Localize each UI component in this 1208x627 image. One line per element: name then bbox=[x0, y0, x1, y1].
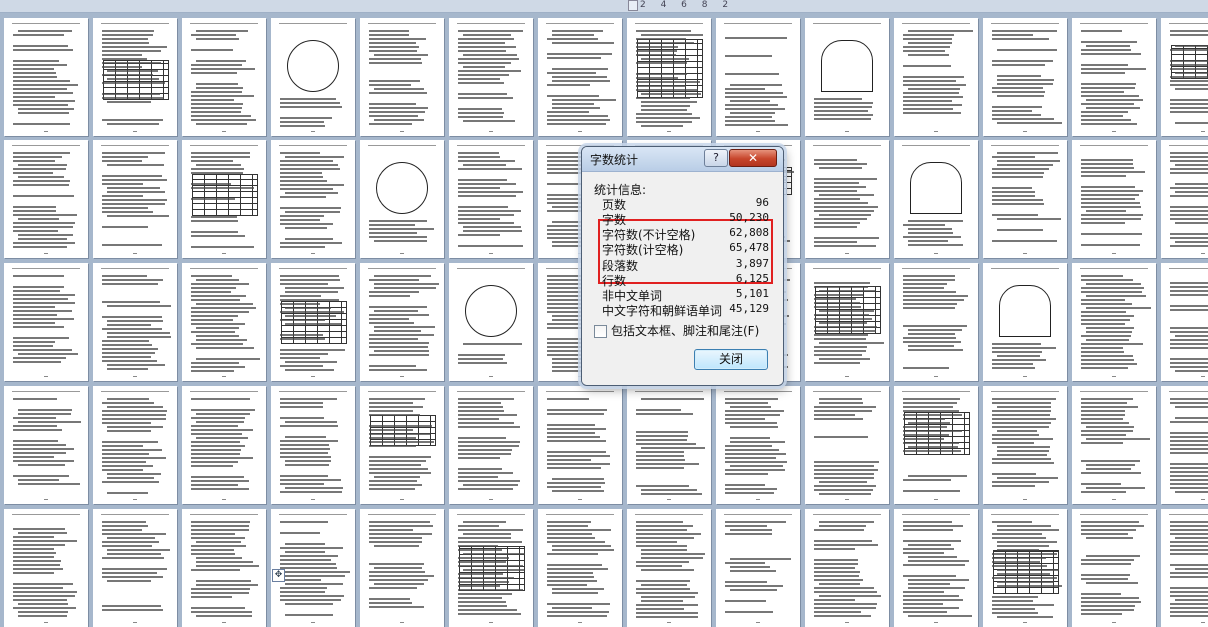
stat-value: 5,101 bbox=[735, 287, 769, 300]
stat-value: 96 bbox=[755, 196, 769, 209]
page-thumbnail[interactable] bbox=[4, 386, 88, 504]
page-thumbnail[interactable] bbox=[93, 509, 177, 627]
stat-row-words: 字数 50,230 bbox=[602, 211, 769, 227]
ruler-tab-marker[interactable] bbox=[628, 0, 638, 11]
page-thumbnail[interactable] bbox=[449, 140, 533, 258]
close-button[interactable]: 关闭 bbox=[694, 349, 768, 370]
page-thumbnail[interactable] bbox=[983, 140, 1067, 258]
page-thumbnail[interactable] bbox=[538, 509, 622, 627]
stat-value: 45,129 bbox=[729, 302, 769, 315]
page-thumbnail[interactable] bbox=[360, 18, 444, 136]
include-textbox-footnotes-option[interactable]: 包括文本框、脚注和尾注(F) bbox=[594, 322, 759, 339]
stat-row-characters-with-spaces: 字符数(计空格) 65,478 bbox=[602, 241, 769, 257]
page-thumbnail[interactable] bbox=[271, 18, 355, 136]
page-thumbnail[interactable] bbox=[182, 263, 266, 381]
page-thumbnail[interactable] bbox=[360, 263, 444, 381]
ruler: 2 4 6 8 2 bbox=[0, 0, 1208, 13]
page-thumbnail[interactable] bbox=[894, 509, 978, 627]
stat-row-pages: 页数 96 bbox=[602, 196, 769, 212]
page-thumbnail[interactable] bbox=[93, 386, 177, 504]
page-thumbnail[interactable] bbox=[805, 18, 889, 136]
page-thumbnail[interactable] bbox=[4, 509, 88, 627]
stat-row-chinese-korean: 中文字符和朝鲜语单词 45,129 bbox=[602, 302, 769, 318]
page-thumbnail[interactable] bbox=[983, 386, 1067, 504]
word-count-dialog: 字数统计 ? ✕ 统计信息: 页数 96 字数 50,230 字符数(不计空格)… bbox=[581, 146, 784, 386]
page-thumbnail[interactable] bbox=[805, 140, 889, 258]
page-thumbnail[interactable] bbox=[4, 263, 88, 381]
page-thumbnail[interactable] bbox=[182, 140, 266, 258]
page-thumbnail[interactable] bbox=[182, 18, 266, 136]
stat-row-characters-no-spaces: 字符数(不计空格) 62,808 bbox=[602, 226, 769, 242]
dialog-body: 统计信息: 页数 96 字数 50,230 字符数(不计空格) 62,808 字… bbox=[582, 172, 783, 385]
page-thumbnail[interactable] bbox=[627, 386, 711, 504]
page-thumbnail[interactable] bbox=[449, 263, 533, 381]
page-thumbnail[interactable] bbox=[4, 140, 88, 258]
page-thumbnail[interactable] bbox=[1072, 140, 1156, 258]
page-thumbnail[interactable] bbox=[983, 263, 1067, 381]
page-thumbnail[interactable] bbox=[360, 140, 444, 258]
page-thumbnail[interactable] bbox=[894, 263, 978, 381]
page-thumbnail[interactable] bbox=[271, 509, 355, 627]
page-thumbnail[interactable] bbox=[805, 386, 889, 504]
stat-value: 3,897 bbox=[735, 257, 769, 270]
help-button[interactable]: ? bbox=[704, 149, 728, 167]
page-thumbnail[interactable] bbox=[93, 140, 177, 258]
page-thumbnail[interactable] bbox=[271, 386, 355, 504]
stat-value: 6,125 bbox=[735, 272, 769, 285]
page-thumbnail[interactable] bbox=[805, 263, 889, 381]
stat-value: 65,478 bbox=[729, 241, 769, 254]
page-thumbnail[interactable] bbox=[1161, 140, 1208, 258]
page-thumbnail[interactable] bbox=[93, 263, 177, 381]
stat-row-paragraphs: 段落数 3,897 bbox=[602, 257, 769, 273]
page-thumbnail[interactable] bbox=[449, 386, 533, 504]
page-thumbnail[interactable] bbox=[4, 18, 88, 136]
page-thumbnail[interactable] bbox=[716, 386, 800, 504]
page-thumbnail[interactable] bbox=[627, 509, 711, 627]
page-thumbnail[interactable] bbox=[1072, 509, 1156, 627]
page-thumbnail[interactable] bbox=[983, 18, 1067, 136]
page-thumbnail[interactable] bbox=[360, 386, 444, 504]
page-thumbnail[interactable] bbox=[271, 140, 355, 258]
page-thumbnail[interactable] bbox=[627, 18, 711, 136]
ruler-marks: 2 4 6 8 2 bbox=[640, 0, 735, 10]
page-thumbnail[interactable] bbox=[182, 386, 266, 504]
page-thumbnail[interactable] bbox=[93, 18, 177, 136]
page-thumbnail[interactable] bbox=[182, 509, 266, 627]
page-thumbnail[interactable] bbox=[538, 18, 622, 136]
page-thumbnail[interactable] bbox=[449, 18, 533, 136]
page-thumbnail[interactable] bbox=[716, 18, 800, 136]
page-thumbnail[interactable] bbox=[894, 386, 978, 504]
page-thumbnail[interactable] bbox=[1161, 18, 1208, 136]
page-thumbnail[interactable] bbox=[716, 509, 800, 627]
stat-row-lines: 行数 6,125 bbox=[602, 272, 769, 288]
stat-value: 50,230 bbox=[729, 211, 769, 224]
page-thumbnail[interactable] bbox=[271, 263, 355, 381]
page-thumbnail[interactable] bbox=[1161, 509, 1208, 627]
dialog-titlebar[interactable]: 字数统计 ? ✕ bbox=[582, 147, 783, 172]
page-thumbnail[interactable] bbox=[1072, 263, 1156, 381]
stat-value: 62,808 bbox=[729, 226, 769, 239]
dialog-title: 字数统计 bbox=[590, 153, 639, 167]
move-icon[interactable]: ✥ bbox=[272, 569, 285, 582]
page-thumbnail[interactable] bbox=[449, 509, 533, 627]
page-thumbnail[interactable] bbox=[538, 386, 622, 504]
page-thumbnail[interactable] bbox=[1072, 18, 1156, 136]
stat-label: 中文字符和朝鲜语单词 bbox=[602, 304, 723, 318]
page-thumbnail[interactable] bbox=[1072, 386, 1156, 504]
stat-row-non-chinese-words: 非中文单词 5,101 bbox=[602, 287, 769, 303]
close-icon[interactable]: ✕ bbox=[729, 149, 777, 167]
page-thumbnail[interactable] bbox=[894, 140, 978, 258]
page-thumbnail[interactable] bbox=[1161, 263, 1208, 381]
page-thumbnail[interactable] bbox=[805, 509, 889, 627]
include-textbox-footnotes-checkbox[interactable] bbox=[594, 325, 607, 338]
page-thumbnail[interactable] bbox=[894, 18, 978, 136]
page-thumbnail[interactable] bbox=[1161, 386, 1208, 504]
page-thumbnail[interactable] bbox=[983, 509, 1067, 627]
checkbox-label: 包括文本框、脚注和尾注(F) bbox=[611, 324, 760, 338]
stat-label: 字符数(计空格) bbox=[602, 243, 684, 257]
page-thumbnail[interactable] bbox=[360, 509, 444, 627]
